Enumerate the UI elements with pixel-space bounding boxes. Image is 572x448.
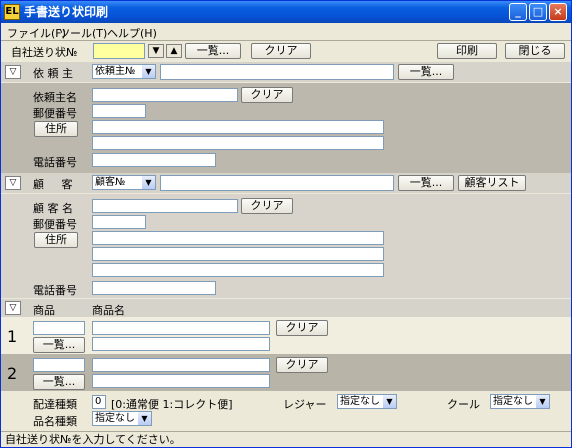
product-name2-input[interactable] [92,337,270,351]
sender-toggle-icon[interactable]: ▽ [5,65,21,79]
customer-list-button[interactable]: 一覧... [398,175,454,191]
customer-phone-input[interactable] [92,281,216,295]
customer-toggle-icon[interactable]: ▽ [5,176,21,190]
item-type-label: 品名種類 [33,415,77,428]
customer-name-input[interactable] [92,199,238,213]
item-type-select[interactable]: 指定なし ▼ [92,411,152,426]
own-number-input[interactable] [93,43,145,59]
sender-postal-label: 郵便番号 [33,107,77,120]
menu-help[interactable]: ヘルプ(H) [107,25,157,41]
sender-clear-button[interactable]: クリア [241,87,293,103]
window-title: 手書送り状印刷 [24,5,109,19]
delivery-type-label: 配達種類 [33,398,77,411]
app-icon: EL [4,4,20,20]
regular-label: レジャー [283,398,327,411]
delivery-type-input[interactable]: 0 [92,395,106,409]
sender-phone-label: 電話番号 [33,156,77,169]
sender-postal-input[interactable] [92,104,146,118]
sender-name-input[interactable] [92,88,238,102]
products-header: ▽ 商品 商品名 [1,299,571,317]
sender-header: ▽ 依 頼 主 依頼主№ ▼ 一覧... [1,62,571,82]
sender-header-label: 依 頼 主 [33,67,73,80]
menu-bar: ファイル(F) ツール(T) ヘルプ(H) [1,23,571,40]
chevron-down-icon: ▼ [383,395,396,408]
customer-postal-input[interactable] [92,215,146,229]
product-list-button[interactable]: 一覧... [33,337,85,353]
customer-select-value: 顧客№ [95,177,126,188]
customer-address2-input[interactable] [92,247,384,261]
delivery-type-hint: [0:通常便 1:コレクト便] [111,398,233,411]
sender-name-label: 依頼主名 [33,91,77,104]
sender-address2-input[interactable] [92,136,384,150]
item-type-select-value: 指定なし [95,413,135,424]
product-row-index: 2 [7,364,18,383]
status-bar: 自社送り状№を入力してください。 [1,431,571,447]
product-name2-input[interactable] [92,374,270,388]
menu-tools[interactable]: ツール(T) [59,25,107,41]
own-list-button[interactable]: 一覧... [185,43,241,59]
sender-address-button[interactable]: 住所 [34,121,78,137]
customer-phone-label: 電話番号 [33,284,77,297]
sender-phone-input[interactable] [92,153,216,167]
customer-list-open-button[interactable]: 顧客リスト [458,175,526,191]
regular-select-value: 指定なし [340,396,380,407]
customer-name-label: 顧 客 名 [33,202,73,215]
customer-header-label: 顧 客 [33,178,73,191]
customer-address-button[interactable]: 住所 [34,232,78,248]
sender-select[interactable]: 依頼主№ ▼ [92,64,156,79]
product-row: 1 一覧... クリア [1,317,571,354]
status-message: 自社送り状№を入力してください。 [5,433,181,446]
own-clear-button[interactable]: クリア [251,43,311,59]
next-down-button[interactable]: ▼ [148,44,164,58]
sender-address1-input[interactable] [92,120,384,134]
chevron-down-icon: ▼ [142,65,155,78]
next-up-button[interactable]: ▲ [166,44,182,58]
customer-search-input[interactable] [160,175,394,191]
customer-body: 顧 客 名 クリア 郵便番号 住所 電話番号 [1,194,571,298]
maximize-button[interactable]: □ [529,3,547,21]
products-toggle-icon[interactable]: ▽ [5,301,21,315]
product-list-button[interactable]: 一覧... [33,374,85,390]
customer-address3-input[interactable] [92,263,384,277]
own-number-label: 自社送り状№ [11,46,78,59]
sender-list-button[interactable]: 一覧... [398,64,454,80]
toolbar-row: 自社送り状№ ▼ ▲ 一覧... クリア 印刷 閉じる [1,41,571,61]
product-name-input[interactable] [92,358,270,372]
customer-address1-input[interactable] [92,231,384,245]
regular-select[interactable]: 指定なし ▼ [337,394,397,409]
col-product-header: 商品 [33,304,55,317]
product-row: 2 一覧... クリア [1,354,571,391]
cool-select[interactable]: 指定なし ▼ [490,394,550,409]
options-area: 配達種類 0 [0:通常便 1:コレクト便] レジャー 指定なし ▼ クール 指定… [1,391,571,431]
minimize-button[interactable]: _ [509,3,527,21]
product-row-index: 1 [7,327,18,346]
title-bar[interactable]: EL 手書送り状印刷 _ □ × [1,1,571,23]
menu-file[interactable]: ファイル(F) [7,25,66,41]
close-button[interactable]: 閉じる [505,43,565,59]
product-name-input[interactable] [92,321,270,335]
sender-search-input[interactable] [160,64,394,80]
product-code-input[interactable] [33,358,85,372]
customer-clear-button[interactable]: クリア [241,198,293,214]
customer-select[interactable]: 顧客№ ▼ [92,175,156,190]
chevron-down-icon: ▼ [138,412,151,425]
product-clear-button[interactable]: クリア [276,357,328,373]
close-window-button[interactable]: × [549,3,567,21]
main-window: EL 手書送り状印刷 _ □ × ファイル(F) ツール(T) ヘルプ(H) 自… [0,0,572,448]
product-code-input[interactable] [33,321,85,335]
product-clear-button[interactable]: クリア [276,320,328,336]
sender-select-value: 依頼主№ [95,66,136,77]
cool-label: クール [447,398,480,411]
cool-select-value: 指定なし [493,396,533,407]
chevron-down-icon: ▼ [142,176,155,189]
customer-postal-label: 郵便番号 [33,218,77,231]
print-button[interactable]: 印刷 [437,43,497,59]
chevron-down-icon: ▼ [536,395,549,408]
customer-header: ▽ 顧 客 顧客№ ▼ 一覧... 顧客リスト [1,173,571,193]
sender-body: 依頼主名 クリア 郵便番号 住所 電話番号 [1,83,571,173]
col-product-name-header: 商品名 [92,304,125,317]
